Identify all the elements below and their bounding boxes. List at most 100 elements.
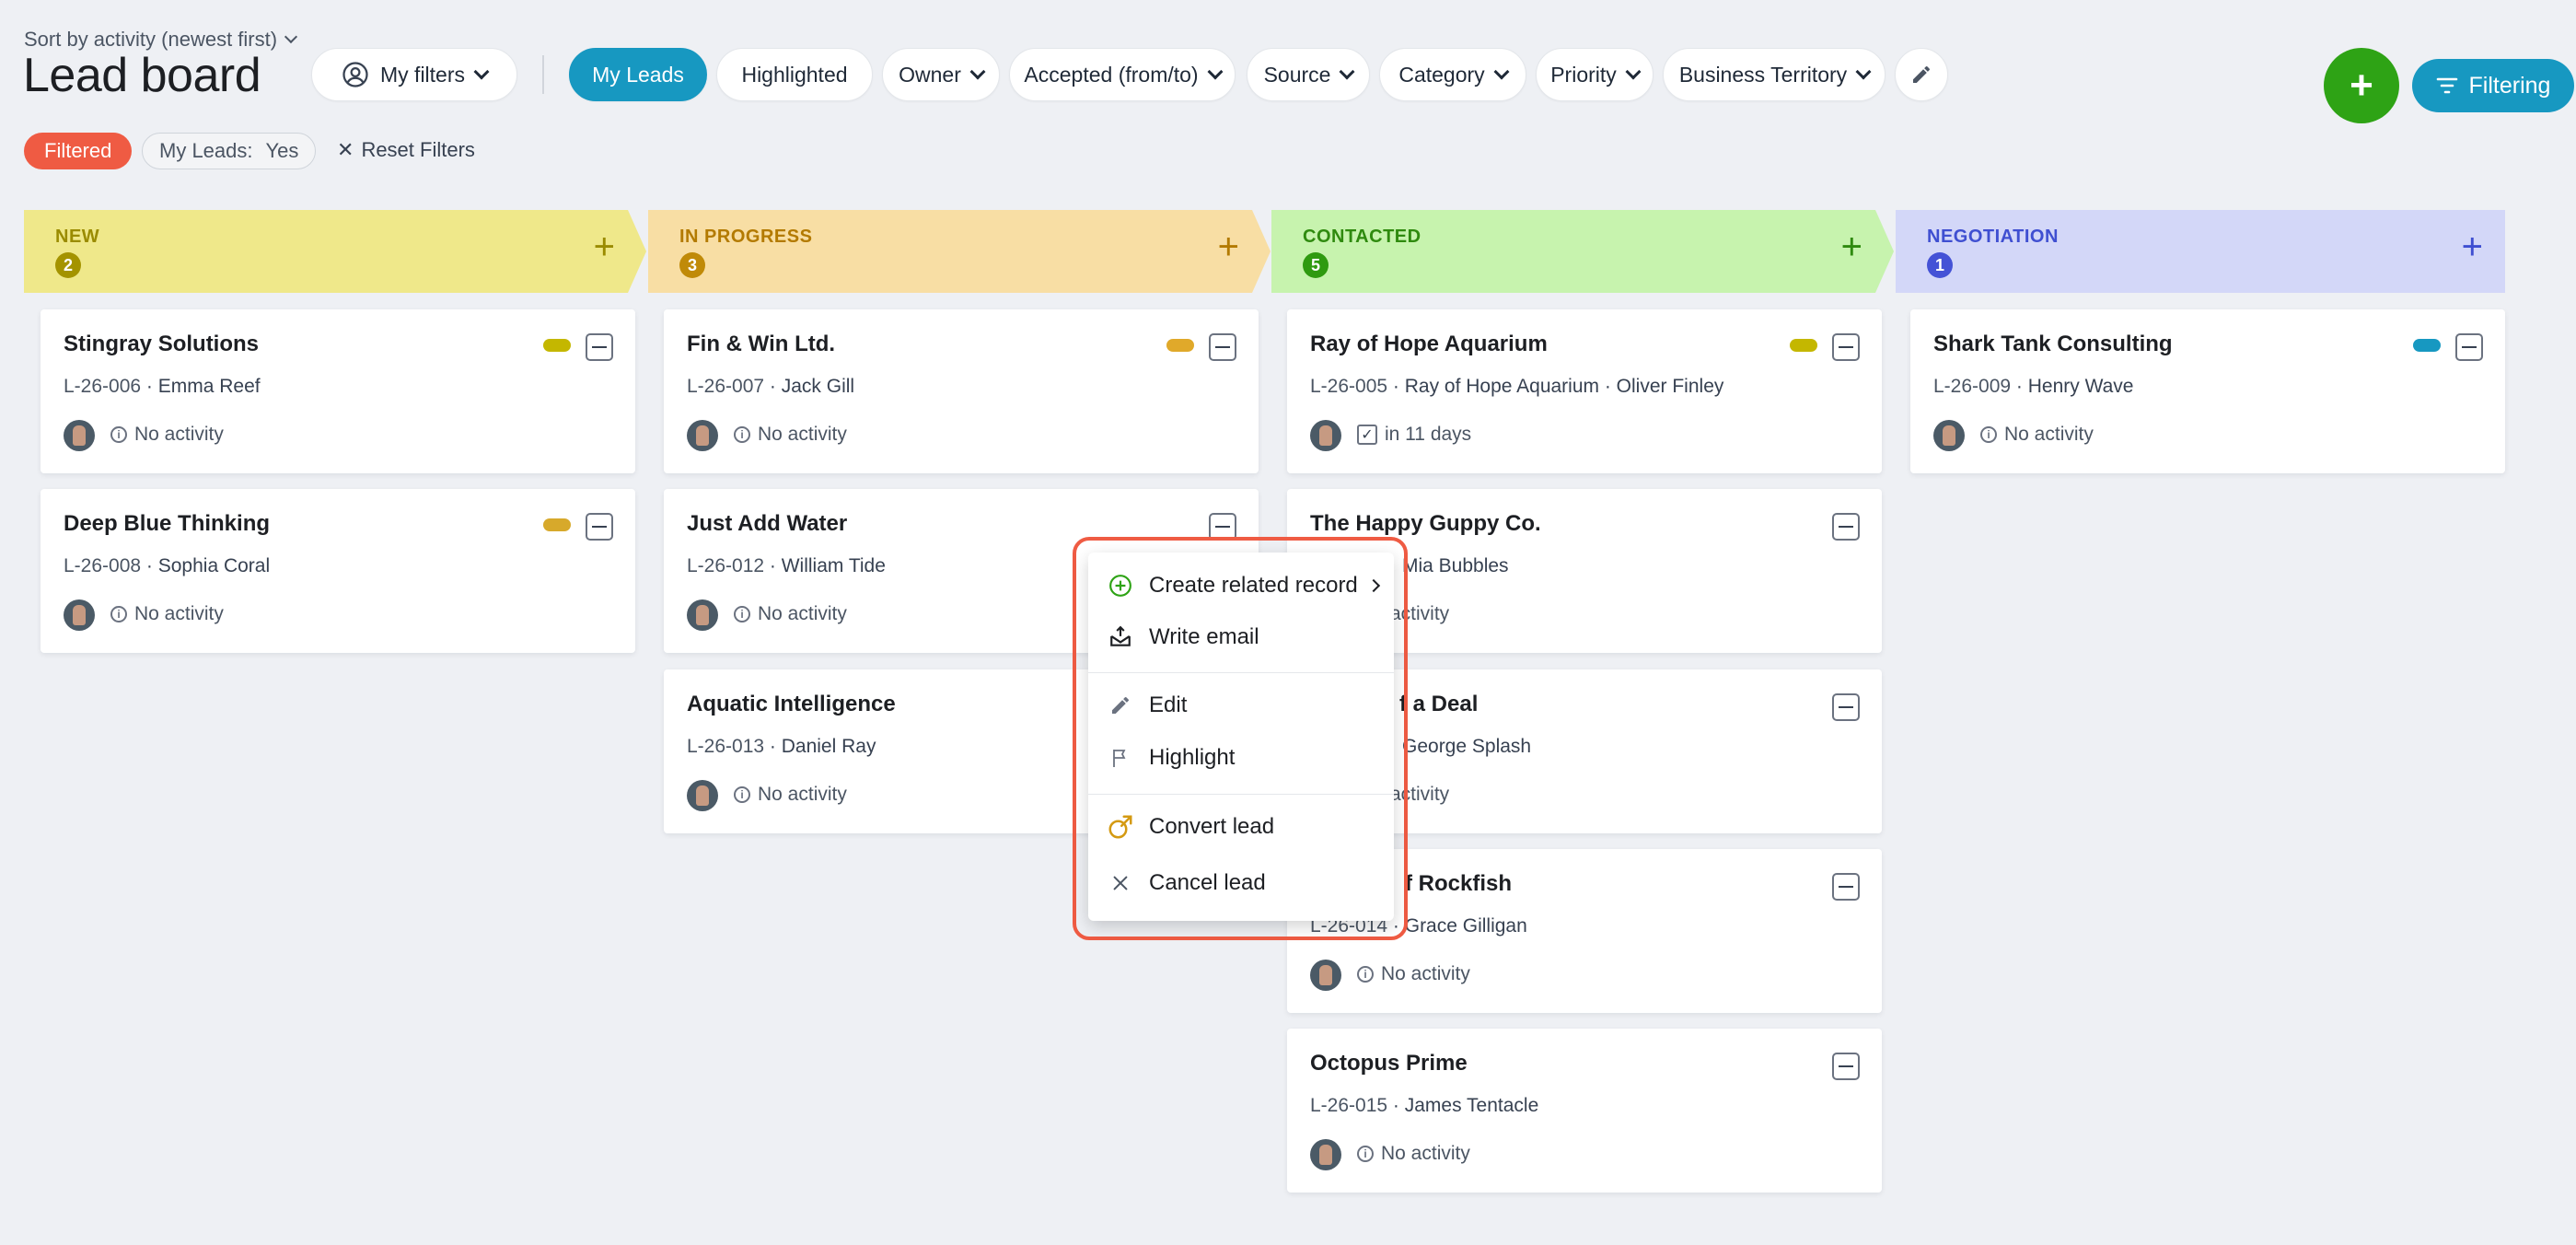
chip-value: Yes [265, 139, 299, 162]
lead-card[interactable]: Ray of Hope Aquarium L-26-005 · Ray of H… [1287, 309, 1882, 473]
user-circle-icon [342, 62, 368, 87]
column-count: 3 [679, 252, 705, 278]
close-icon: ✕ [337, 138, 354, 161]
lead-card[interactable]: Fin & Win Ltd. L-26-007 · Jack Gill i No … [664, 309, 1259, 473]
avatar [687, 420, 718, 451]
info-icon: i [1980, 426, 1997, 443]
context-menu: Create related record Write email Edit H… [1088, 553, 1394, 921]
card-meta: L-26-006 · Emma Reef [64, 376, 261, 397]
collapse-icon[interactable] [1832, 693, 1860, 721]
filter-my-leads-label: My Leads [592, 62, 684, 87]
column-header-negotiation: NEGOTIATION 1 + [1896, 210, 2505, 293]
column-header-new: NEW 2 + [24, 210, 646, 293]
lead-card[interactable]: Octopus Prime L-26-015 · James Tentacle … [1287, 1029, 1882, 1193]
priority-indicator [543, 518, 571, 531]
reset-filters-button[interactable]: ✕ Reset Filters [337, 138, 475, 162]
collapse-icon[interactable] [1832, 1053, 1860, 1080]
collapse-icon[interactable] [1209, 333, 1236, 361]
chevron-down-icon [969, 64, 986, 80]
filter-my-leads[interactable]: My Leads [569, 48, 707, 101]
filtering-button[interactable]: Filtering [2412, 59, 2574, 112]
chip-label: My Leads: [159, 139, 253, 162]
my-filters-button[interactable]: My filters [311, 48, 517, 101]
chevron-down-icon [473, 64, 490, 80]
filter-business-territory[interactable]: Business Territory [1663, 48, 1886, 101]
avatar [1310, 960, 1341, 991]
collapse-icon[interactable] [1832, 873, 1860, 901]
collapse-icon[interactable] [1832, 513, 1860, 541]
info-icon: i [734, 786, 750, 803]
info-icon: i [1357, 966, 1374, 983]
card-activity: i No activity [1357, 963, 1470, 985]
collapse-icon[interactable] [2455, 333, 2483, 361]
column-header-in-progress: IN PROGRESS 3 + [648, 210, 1271, 293]
card-title: The Happy Guppy Co. [1310, 511, 1541, 536]
chevron-down-icon [284, 29, 298, 44]
chevron-down-icon [1855, 64, 1872, 80]
email-send-icon [1107, 625, 1134, 649]
flag-icon [1107, 747, 1134, 769]
card-title: Just Add Water [687, 511, 848, 536]
filter-accepted-label: Accepted (from/to) [1024, 62, 1199, 87]
filter-lines-icon [2436, 77, 2457, 94]
filter-business-territory-label: Business Territory [1678, 62, 1848, 87]
card-meta: L-26-005 · Ray of Hope Aquarium · Oliver… [1310, 376, 1724, 397]
filter-category[interactable]: Category [1379, 48, 1526, 101]
chevron-down-icon [1339, 64, 1355, 80]
card-meta: L-26-009 · Henry Wave [1933, 376, 2134, 397]
menu-item-highlight[interactable]: Highlight [1088, 732, 1394, 784]
info-icon: i [734, 426, 750, 443]
avatar [1933, 420, 1965, 451]
lead-card[interactable]: Stingray Solutions L-26-006 · Emma Reef … [41, 309, 635, 473]
card-activity: i No activity [110, 603, 224, 625]
card-meta: L-26-008 · Sophia Coral [64, 555, 271, 576]
add-card-icon[interactable]: + [2462, 228, 2483, 265]
menu-item-write-email[interactable]: Write email [1088, 611, 1394, 663]
add-lead-button[interactable]: + [2324, 48, 2399, 123]
card-meta: L-26-013 · Daniel Ray [687, 736, 876, 757]
active-filter-chip[interactable]: My Leads: Yes [142, 133, 317, 169]
menu-divider [1088, 672, 1394, 673]
card-title: Ray of Hope Aquarium [1310, 332, 1548, 356]
column-name: IN PROGRESS [679, 227, 813, 247]
menu-item-cancel-lead[interactable]: Cancel lead [1088, 857, 1394, 909]
avatar [687, 599, 718, 631]
card-activity: i No activity [734, 784, 847, 806]
chevron-down-icon [1493, 64, 1510, 80]
pencil-icon [1107, 694, 1134, 716]
card-title: Shark Tank Consulting [1933, 332, 2173, 356]
avatar [1310, 1139, 1341, 1170]
menu-item-edit[interactable]: Edit [1088, 680, 1394, 731]
filter-source[interactable]: Source [1247, 48, 1370, 101]
add-card-icon[interactable]: + [1841, 228, 1862, 265]
column-count: 5 [1303, 252, 1329, 278]
lead-card[interactable]: Shark Tank Consulting L-26-009 · Henry W… [1910, 309, 2505, 473]
lead-card[interactable]: Deep Blue Thinking L-26-008 · Sophia Cor… [41, 489, 635, 653]
filter-highlighted[interactable]: Highlighted [716, 48, 873, 101]
edit-filters-button[interactable] [1895, 48, 1948, 101]
card-title: Fin & Win Ltd. [687, 332, 836, 356]
menu-item-label: Highlight [1149, 745, 1236, 770]
avatar [64, 599, 95, 631]
menu-item-create-related[interactable]: Create related record [1088, 560, 1394, 611]
menu-item-convert-lead[interactable]: Convert lead [1088, 801, 1394, 853]
filter-owner[interactable]: Owner [882, 48, 1000, 101]
collapse-icon[interactable] [586, 513, 613, 541]
column-count: 1 [1927, 252, 1953, 278]
card-title: Octopus Prime [1310, 1051, 1468, 1076]
filter-source-label: Source [1263, 62, 1331, 87]
column-name: NEW [55, 227, 100, 247]
filter-category-label: Category [1398, 62, 1485, 87]
filter-accepted[interactable]: Accepted (from/to) [1009, 48, 1236, 101]
card-activity: ✓ in 11 days [1357, 424, 1471, 446]
add-card-icon[interactable]: + [594, 228, 615, 265]
card-activity: i No activity [734, 424, 847, 446]
add-card-icon[interactable]: + [1218, 228, 1239, 265]
menu-divider [1088, 794, 1394, 795]
collapse-icon[interactable] [586, 333, 613, 361]
menu-item-label: Convert lead [1149, 814, 1275, 839]
avatar [1310, 420, 1341, 451]
menu-item-label: Edit [1149, 692, 1188, 717]
filter-priority[interactable]: Priority [1536, 48, 1654, 101]
collapse-icon[interactable] [1832, 333, 1860, 361]
